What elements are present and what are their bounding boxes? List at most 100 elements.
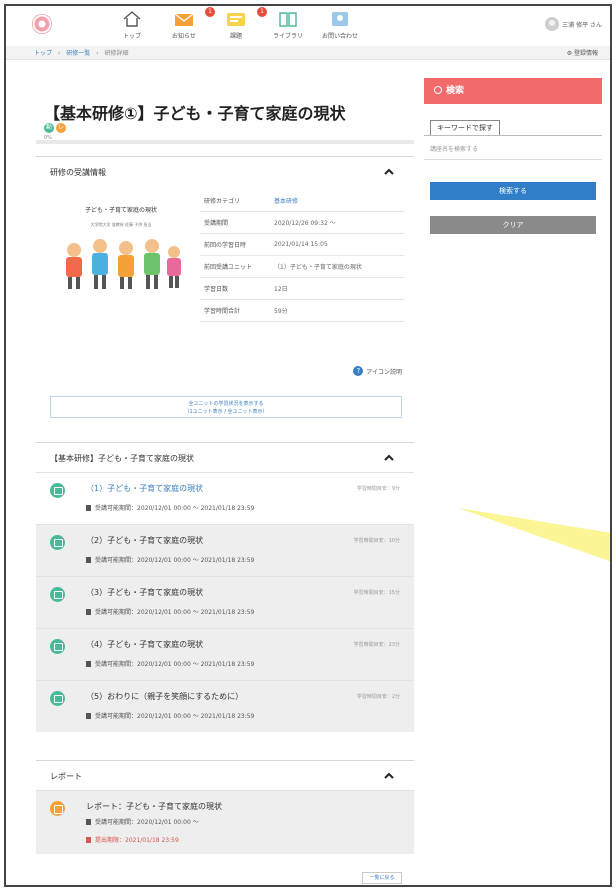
nav-library[interactable]: ライブラリ bbox=[262, 10, 314, 44]
mail-icon bbox=[174, 13, 194, 26]
nav-top[interactable]: トップ bbox=[106, 10, 158, 44]
task-icon bbox=[227, 13, 245, 26]
video-icon bbox=[50, 691, 65, 706]
show-units-button[interactable]: 全ユニットの学習状況を表示する （1ユニット表示 / 全ユニット表示） bbox=[50, 396, 402, 418]
breadcrumb-list[interactable]: 研修一覧 bbox=[66, 50, 90, 57]
show-units-line1: 全ユニットの学習状況を表示する bbox=[188, 401, 264, 407]
calendar-icon bbox=[86, 661, 91, 667]
book-icon bbox=[279, 12, 297, 27]
info-key: 受講期間 bbox=[204, 220, 229, 227]
search-header: 検索 bbox=[424, 78, 602, 104]
unit-period-text: 受講可能期間：2020/12/01 00:00 〜 2021/01/18 23:… bbox=[95, 661, 255, 668]
clear-button[interactable]: クリア bbox=[430, 216, 596, 234]
unit-title[interactable]: （1）子ども・子育て家庭の現状 bbox=[86, 483, 203, 494]
report-deadline-text: 提出期限：2021/01/18 23:59 bbox=[95, 837, 179, 844]
report-icon bbox=[50, 801, 65, 816]
breadcrumb-current: 研修詳細 bbox=[104, 50, 129, 57]
title-status-icons: 動 レ bbox=[44, 123, 66, 133]
main-nav: トップ 1 お知らせ 1 課題 ライブラリ お問い合わせ bbox=[106, 7, 366, 44]
calendar-icon bbox=[86, 557, 91, 563]
report-title[interactable]: レポート：子ども・子育て家庭の現状 bbox=[86, 801, 222, 812]
report-deadline: 提出期限：2021/01/18 23:59 bbox=[86, 835, 179, 844]
unit-time: 学習時間目安：23分 bbox=[353, 642, 400, 648]
info-value: 12日 bbox=[274, 286, 288, 293]
calendar-icon bbox=[86, 505, 91, 511]
annotation-highlight bbox=[458, 508, 610, 562]
nav-label: お知らせ bbox=[172, 33, 196, 40]
info-panel-header[interactable]: 研修の受講情報 bbox=[36, 156, 414, 186]
unit-time: 学習時間目安：15分 bbox=[353, 590, 400, 596]
video-icon bbox=[50, 639, 65, 654]
page-title: 【基本研修①】子ども・子育て家庭の現状 bbox=[44, 104, 346, 123]
video-icon: 動 bbox=[44, 123, 54, 133]
show-units-line2: （1ユニット表示 / 全ユニット表示） bbox=[184, 409, 268, 415]
user-menu[interactable]: 三浦 修平 さん bbox=[545, 17, 602, 31]
breadcrumb-bar: トップ › 研修一覧 › 研修詳細 ⚙ 登録情報 bbox=[6, 46, 610, 60]
title-divider bbox=[36, 140, 414, 144]
units-panel: 【基本研修】子ども・子育て家庭の現状 （1）子ども・子育て家庭の現状 学習時間目… bbox=[36, 442, 414, 760]
nav-notices[interactable]: 1 お知らせ bbox=[158, 7, 215, 44]
nav-contact[interactable]: お問い合わせ bbox=[314, 10, 366, 44]
chevron-up-icon[interactable] bbox=[384, 771, 394, 781]
breadcrumb-separator: › bbox=[96, 50, 99, 57]
breadcrumb-top[interactable]: トップ bbox=[34, 50, 52, 57]
info-row: 受講期間 2020/12/26 09:32 〜 bbox=[200, 212, 404, 234]
report-panel: レポート レポート：子ども・子育て家庭の現状 受講可能期間：2020/12/01… bbox=[36, 760, 414, 885]
report-icon: レ bbox=[56, 123, 66, 133]
info-key: 学習時間合計 bbox=[204, 308, 241, 315]
search-input[interactable] bbox=[424, 140, 602, 160]
units-panel-header[interactable]: 【基本研修】子ども・子育て家庭の現状 bbox=[36, 442, 414, 472]
question-icon: ? bbox=[353, 366, 364, 376]
thumb-title: 子ども・子育て家庭の現状 bbox=[85, 206, 157, 214]
icon-help-link[interactable]: ? アイコン説明 bbox=[353, 366, 402, 376]
unit-title[interactable]: （5）おわりに（親子を笑顔にするために） bbox=[86, 691, 243, 702]
unit-period-text: 受講可能期間：2020/12/01 00:00 〜 2021/01/18 23:… bbox=[95, 713, 255, 720]
settings-link[interactable]: ⚙ 登録情報 bbox=[567, 48, 598, 57]
user-name: 三浦 修平 さん bbox=[562, 21, 602, 29]
info-value: （1）子ども・子育て家庭の現状 bbox=[274, 264, 362, 271]
unit-title[interactable]: （4）子ども・子育て家庭の現状 bbox=[86, 639, 203, 650]
unit-time: 学習時間目安：9分 bbox=[356, 486, 400, 492]
browser-frame: トップ 1 お知らせ 1 課題 ライブラリ お問い合わせ 三浦 修平 さん トッ… bbox=[4, 4, 612, 887]
nav-label: ライブラリ bbox=[272, 33, 303, 40]
info-value: 2020/12/26 09:32 〜 bbox=[274, 220, 336, 227]
unit-period-text: 受講可能期間：2020/12/01 00:00 〜 2021/01/18 23:… bbox=[95, 609, 255, 616]
nav-label: 課題 bbox=[229, 33, 242, 40]
search-icon bbox=[434, 86, 442, 94]
unit-time: 学習時間目安：10分 bbox=[353, 538, 400, 544]
nav-tasks[interactable]: 1 課題 bbox=[210, 7, 267, 44]
unit-row[interactable]: （5）おわりに（親子を笑顔にするために） 学習時間目安：2分 受講可能期間：20… bbox=[36, 680, 414, 732]
report-panel-header[interactable]: レポート bbox=[36, 760, 414, 790]
search-panel: 検索 キーワードで探す 検索する クリア bbox=[424, 78, 602, 234]
children-illustration: 子ども・子育て家庭の現状 大学院大学 准教授 佐藤 子供 担当 bbox=[50, 192, 192, 302]
unit-period: 受講可能期間：2020/12/01 00:00 〜 2021/01/18 23:… bbox=[86, 503, 254, 512]
keyword-tab[interactable]: キーワードで探す bbox=[430, 120, 500, 136]
info-key: 前回受講ユニット bbox=[204, 264, 253, 271]
breadcrumb-separator: › bbox=[57, 50, 61, 57]
search-button[interactable]: 検索する bbox=[430, 182, 596, 200]
calendar-icon bbox=[86, 609, 91, 615]
unit-row[interactable]: （4）子ども・子育て家庭の現状 学習時間目安：23分 受講可能期間：2020/1… bbox=[36, 628, 414, 680]
info-key: 前回の学習日時 bbox=[204, 242, 247, 249]
info-value-category[interactable]: 基本研修 bbox=[274, 196, 298, 205]
unit-period: 受講可能期間：2020/12/01 00:00 〜 2021/01/18 23:… bbox=[86, 711, 254, 720]
unit-time: 学習時間目安：2分 bbox=[356, 694, 400, 700]
unit-period: 受講可能期間：2020/12/01 00:00 〜 2021/01/18 23:… bbox=[86, 659, 254, 668]
back-to-list-button[interactable]: 一覧に戻る bbox=[362, 872, 402, 884]
unit-row[interactable]: （3）子ども・子育て家庭の現状 学習時間目安：15分 受講可能期間：2020/1… bbox=[36, 576, 414, 628]
unit-row[interactable]: （2）子ども・子育て家庭の現状 学習時間目安：10分 受講可能期間：2020/1… bbox=[36, 524, 414, 576]
unit-period-text: 受講可能期間：2020/12/01 00:00 〜 2021/01/18 23:… bbox=[95, 505, 255, 512]
chevron-up-icon[interactable] bbox=[384, 453, 394, 463]
unit-title[interactable]: （2）子ども・子育て家庭の現状 bbox=[86, 535, 203, 546]
unit-period-text: 受講可能期間：2020/12/01 00:00 〜 2021/01/18 23:… bbox=[95, 557, 255, 564]
unit-title[interactable]: （3）子ども・子育て家庭の現状 bbox=[86, 587, 203, 598]
icon-help-label: アイコン説明 bbox=[366, 368, 402, 376]
report-row[interactable]: レポート：子ども・子育て家庭の現状 受講可能期間：2020/12/01 00:0… bbox=[36, 790, 414, 854]
keyword-tab-divider bbox=[424, 135, 602, 136]
flag-icon bbox=[86, 837, 91, 843]
unit-row[interactable]: （1）子ども・子育て家庭の現状 学習時間目安：9分 受講可能期間：2020/12… bbox=[36, 472, 414, 524]
report-period: 受講可能期間：2020/12/01 00:00 〜 bbox=[86, 817, 199, 826]
chevron-up-icon[interactable] bbox=[384, 167, 394, 177]
logo-icon[interactable] bbox=[32, 14, 52, 34]
info-table: 研修カテゴリ 基本研修 受講期間 2020/12/26 09:32 〜 前回の学… bbox=[200, 190, 404, 322]
